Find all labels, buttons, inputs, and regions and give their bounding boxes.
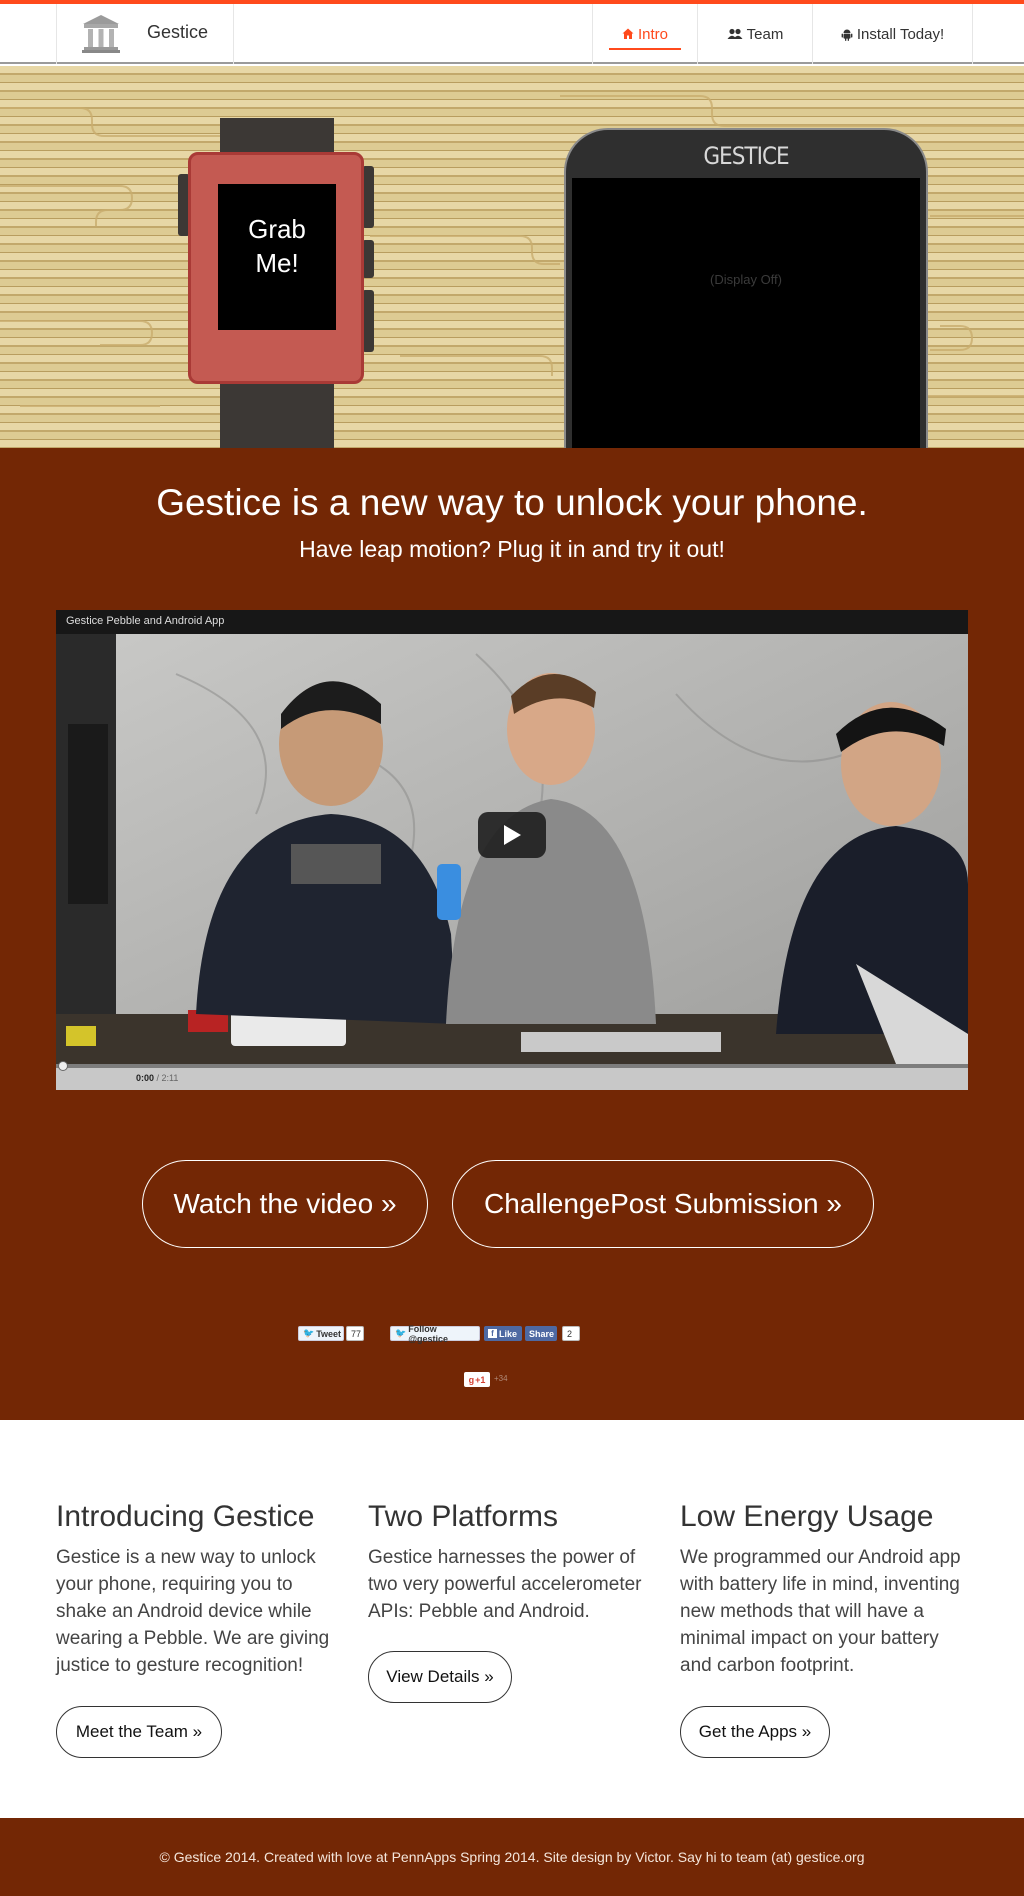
intro-section: Gestice is a new way to unlock your phon…	[0, 448, 1024, 1420]
feature-title: Two Platforms	[368, 1500, 559, 1533]
feature-body: Gestice harnesses the power of two very …	[368, 1547, 642, 1622]
feature-title: Low Energy Usage	[680, 1500, 934, 1533]
home-icon	[622, 28, 634, 40]
watch-screen[interactable]: Grab Me!	[218, 184, 336, 330]
feature-body: Gestice is a new way to unlock your phon…	[56, 1547, 330, 1676]
footer: © Gestice 2014. Created with love at Pen…	[0, 1818, 1024, 1896]
subheadline: Have leap motion? Plug it in and try it …	[299, 536, 725, 562]
nav-item-label: Install Today!	[856, 25, 945, 43]
play-icon	[504, 825, 521, 845]
navbar: Gestice Intro Team Install Today!	[0, 4, 1024, 64]
video-controls: 0:00 / 2:11	[56, 1061, 968, 1090]
video-seek-handle[interactable]	[58, 1061, 68, 1071]
nav-item-install[interactable]: Install Today!	[813, 4, 973, 64]
video-time-current: 0:00	[136, 1073, 155, 1083]
feature-platforms: Two Platforms Gestice harnesses the powe…	[368, 1500, 658, 1625]
video-time: 0:00 / 2:11	[136, 1073, 178, 1083]
twitter-icon: 🐦	[303, 1328, 315, 1338]
tweet-label: Tweet	[316, 1328, 342, 1339]
challengepost-button[interactable]: ChallengePost Submission »	[452, 1160, 874, 1248]
video-progress-bar[interactable]	[56, 1064, 968, 1068]
brand-name: Gestice	[147, 22, 209, 42]
nav-item-label: Intro	[637, 25, 668, 43]
feature-intro: Introducing Gestice Gestice is a new way…	[56, 1500, 346, 1679]
video-title[interactable]: Gestice Pebble and Android App	[56, 610, 968, 634]
facebook-share-button[interactable]: Share	[525, 1326, 557, 1341]
phone-display-status: (Display Off)	[710, 272, 782, 287]
watch-video-button[interactable]: Watch the video »	[142, 1160, 428, 1248]
video-player[interactable]: Gestice Pebble and Android App 0:00 / 2:…	[56, 610, 968, 1090]
nav-item-team[interactable]: Team	[698, 4, 813, 64]
nav-item-label: Team	[746, 25, 784, 43]
get-apps-button[interactable]: Get the Apps »	[680, 1706, 830, 1758]
phone-brand-label: GESTICE	[703, 142, 789, 170]
meet-team-button[interactable]: Meet the Team »	[56, 1706, 222, 1758]
features-section: Introducing Gestice Gestice is a new way…	[0, 1420, 1024, 1818]
headline: Gestice is a new way to unlock your phon…	[156, 482, 868, 523]
watch-screen-line2: Me!	[255, 248, 299, 278]
users-icon	[727, 28, 743, 40]
hero-banner: Grab Me! GESTICE (Display Off)	[0, 66, 1024, 448]
gplus-label: +1	[475, 1374, 486, 1385]
like-label: Like	[499, 1328, 518, 1339]
building-logo-icon	[82, 15, 120, 53]
facebook-icon: f	[488, 1329, 497, 1338]
video-time-total: / 2:11	[156, 1073, 179, 1083]
android-icon	[841, 28, 853, 41]
feature-energy: Low Energy Usage We programmed our Andro…	[680, 1500, 970, 1679]
feature-title: Introducing Gestice	[56, 1500, 315, 1533]
facebook-like-button[interactable]: f Like	[484, 1326, 522, 1341]
feature-body: We programmed our Android app with batte…	[680, 1547, 961, 1676]
phone-screen: (Display Off)	[572, 178, 920, 448]
view-details-button[interactable]: View Details »	[368, 1651, 512, 1703]
google-plus-button[interactable]: g +1	[464, 1372, 490, 1387]
android-phone: GESTICE (Display Off)	[564, 128, 928, 448]
twitter-icon: 🐦	[395, 1328, 407, 1338]
watch-screen-line1: Grab	[248, 214, 306, 244]
tweet-count: 77	[346, 1326, 364, 1341]
follow-label: Follow @gestice	[408, 1323, 449, 1344]
follow-button[interactable]: 🐦 Follow @gestice	[390, 1323, 480, 1344]
pebble-watch[interactable]: Grab Me!	[178, 118, 378, 448]
footer-text: © Gestice 2014. Created with love at Pen…	[159, 1849, 865, 1865]
watch-strap-bottom	[220, 376, 334, 448]
brand[interactable]: Gestice	[56, 4, 234, 64]
nav-menu: Intro Team Install Today!	[592, 4, 973, 64]
gplus-count: +34	[494, 1374, 508, 1383]
google-plus-icon: g	[468, 1374, 475, 1385]
social-buttons: 🐦 Tweet 77 🐦 Follow @gestice f Like Shar…	[0, 1323, 1024, 1346]
play-button[interactable]	[478, 812, 546, 858]
nav-item-intro[interactable]: Intro	[593, 4, 698, 64]
tweet-button[interactable]: 🐦 Tweet	[298, 1326, 344, 1341]
share-count: 2	[562, 1326, 580, 1341]
